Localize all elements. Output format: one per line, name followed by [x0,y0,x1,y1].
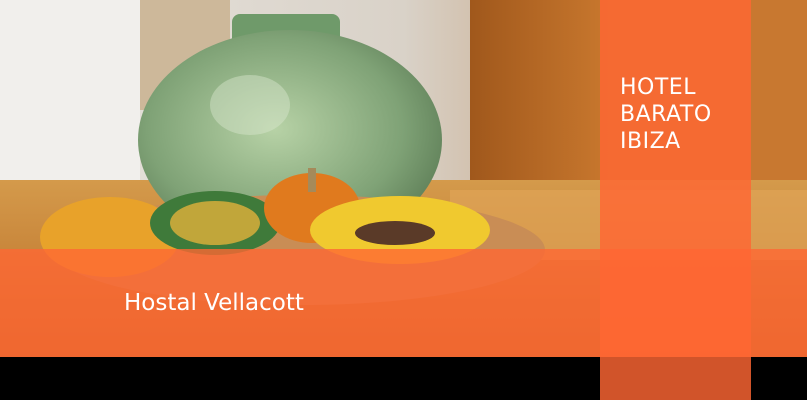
banner-title-line: BARATO [620,102,712,127]
banner-title: HOTEL BARATO IBIZA [620,74,745,155]
banner-title-line: HOTEL [620,75,696,100]
hostal-name: Hostal Vellacott [124,290,304,316]
title-side-panel [600,0,751,400]
banner-title-line: IBIZA [620,129,681,154]
